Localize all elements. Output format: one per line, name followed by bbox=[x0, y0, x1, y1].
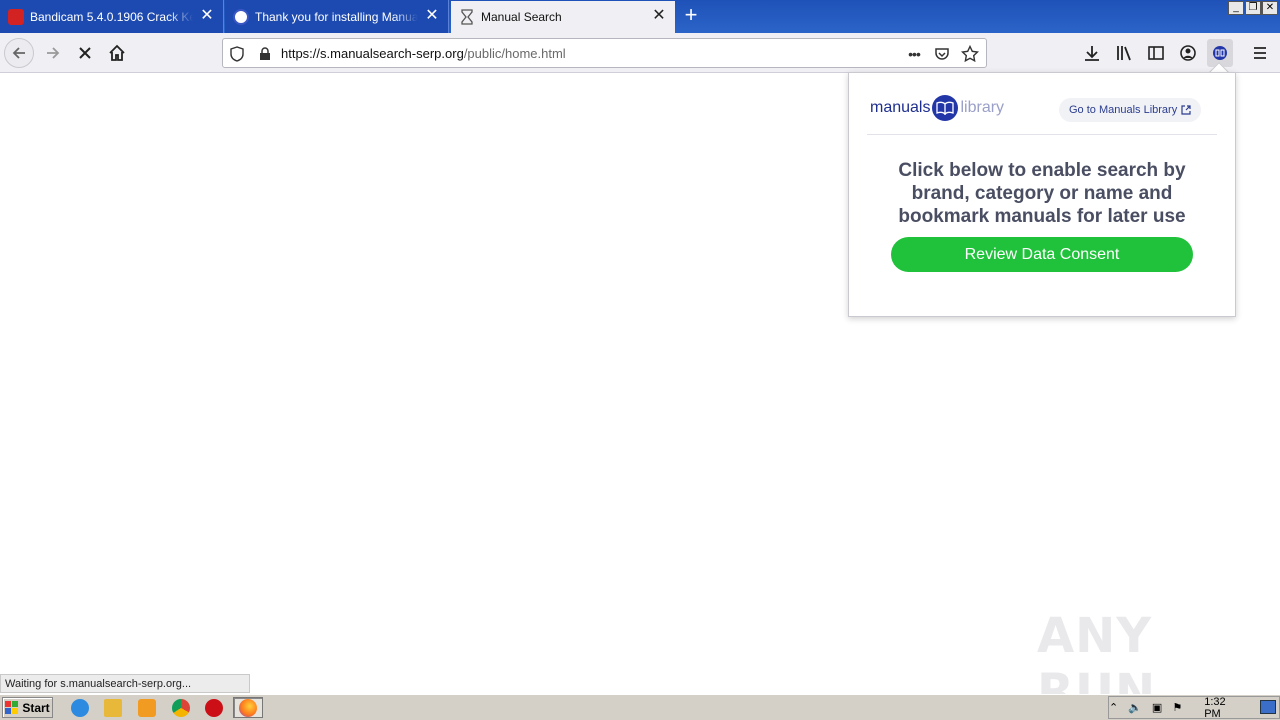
url-text[interactable]: https://s.manualsearch-serp.org/public/h… bbox=[281, 46, 566, 61]
manuals-extension-icon bbox=[1213, 46, 1227, 60]
hourglass-icon bbox=[459, 9, 475, 25]
stop-button[interactable] bbox=[70, 38, 100, 68]
bookmark-star-icon[interactable] bbox=[961, 45, 979, 63]
library-icon[interactable] bbox=[1114, 43, 1134, 63]
home-icon bbox=[109, 44, 125, 61]
volume-icon[interactable]: 🔈 bbox=[1128, 701, 1142, 714]
logo-text-library: library bbox=[960, 99, 1005, 116]
opera-icon[interactable] bbox=[205, 699, 223, 717]
back-button[interactable] bbox=[4, 38, 34, 68]
show-desktop-icon[interactable] bbox=[1260, 700, 1276, 714]
file-explorer-icon[interactable] bbox=[104, 699, 122, 717]
home-button[interactable] bbox=[102, 38, 132, 68]
clock[interactable]: 1:32 PM bbox=[1204, 696, 1245, 720]
forward-button[interactable] bbox=[38, 38, 68, 68]
status-text: Waiting for s.manualsearch-serp.org... bbox=[0, 674, 250, 693]
close-icon[interactable]: ✕ bbox=[199, 7, 215, 25]
manuals-library-logo: manuals library bbox=[870, 95, 1004, 121]
bandicam-favicon-icon bbox=[8, 8, 24, 25]
window-controls: _ ❐ ✕ bbox=[1228, 1, 1278, 15]
internet-explorer-icon[interactable] bbox=[71, 699, 89, 717]
logo-text-manuals: manuals bbox=[870, 99, 931, 116]
new-tab-button[interactable]: + bbox=[678, 4, 704, 28]
review-data-consent-button[interactable]: Review Data Consent bbox=[891, 237, 1193, 272]
chrome-icon[interactable] bbox=[172, 699, 190, 717]
popup-headline: Click below to enable search by brand, c… bbox=[898, 160, 1186, 227]
firefox-taskbar-button[interactable] bbox=[233, 697, 263, 718]
firefox-icon bbox=[239, 699, 257, 717]
network-icon[interactable]: ▣ bbox=[1152, 701, 1162, 714]
navigation-bar: https://s.manualsearch-serp.org/public/h… bbox=[0, 33, 1280, 73]
minimize-button[interactable]: _ bbox=[1228, 1, 1244, 15]
tab-thank-you[interactable]: Thank you for installing Manuals Search … bbox=[225, 0, 449, 33]
go-to-manuals-library-link[interactable]: Go to Manuals Library bbox=[1059, 98, 1202, 122]
media-player-icon[interactable] bbox=[138, 699, 156, 717]
start-button[interactable]: Start bbox=[2, 697, 53, 718]
tab-title: Manual Search bbox=[481, 10, 562, 24]
system-tray: ⌃ 🔈 ▣ ⚑ 1:32 PM bbox=[1108, 696, 1280, 720]
book-icon bbox=[932, 95, 959, 121]
go-to-library-label: Go to Manuals Library bbox=[1069, 104, 1178, 116]
windows-logo-icon bbox=[5, 700, 19, 714]
lock-icon[interactable] bbox=[256, 45, 274, 63]
arrow-left-icon bbox=[12, 47, 25, 59]
taskbar: Start ⌃ 🔈 ▣ ⚑ 1:32 PM bbox=[0, 694, 1280, 720]
external-link-icon bbox=[1181, 105, 1191, 115]
restore-button[interactable]: ❐ bbox=[1245, 1, 1261, 15]
tab-strip: Bandicam 5.4.0.1906 Crack Keymaker ✕ Tha… bbox=[0, 0, 1280, 33]
close-icon[interactable]: ✕ bbox=[651, 8, 667, 25]
stop-x-icon bbox=[79, 47, 91, 59]
shield-icon[interactable] bbox=[228, 45, 246, 63]
url-bar[interactable]: https://s.manualsearch-serp.org/public/h… bbox=[222, 38, 987, 68]
page-actions-menu[interactable]: ••• bbox=[905, 45, 923, 63]
tab-bandicam[interactable]: Bandicam 5.4.0.1906 Crack Keymaker ✕ bbox=[0, 0, 224, 33]
action-center-flag-icon[interactable]: ⚑ bbox=[1172, 701, 1182, 714]
close-icon[interactable]: ✕ bbox=[424, 7, 440, 25]
tab-manual-search[interactable]: Manual Search ✕ bbox=[451, 1, 675, 33]
arrow-right-icon bbox=[47, 47, 60, 59]
sidebar-icon[interactable] bbox=[1146, 43, 1166, 63]
menu-icon[interactable] bbox=[1250, 43, 1270, 63]
manuals-favicon-icon bbox=[233, 8, 249, 25]
downloads-icon[interactable] bbox=[1082, 43, 1102, 63]
account-icon[interactable] bbox=[1178, 43, 1198, 63]
close-window-button[interactable]: ✕ bbox=[1262, 1, 1278, 15]
tray-expand-icon[interactable]: ⌃ bbox=[1109, 701, 1118, 714]
start-label: Start bbox=[22, 700, 50, 715]
tab-title: Thank you for installing Manuals Search bbox=[255, 9, 418, 24]
popup-divider bbox=[867, 134, 1217, 135]
manuals-library-popup: manuals library Go to Manuals Library Cl… bbox=[848, 72, 1236, 317]
tab-title: Bandicam 5.4.0.1906 Crack Keymaker bbox=[30, 9, 193, 24]
pocket-icon[interactable] bbox=[933, 45, 951, 63]
